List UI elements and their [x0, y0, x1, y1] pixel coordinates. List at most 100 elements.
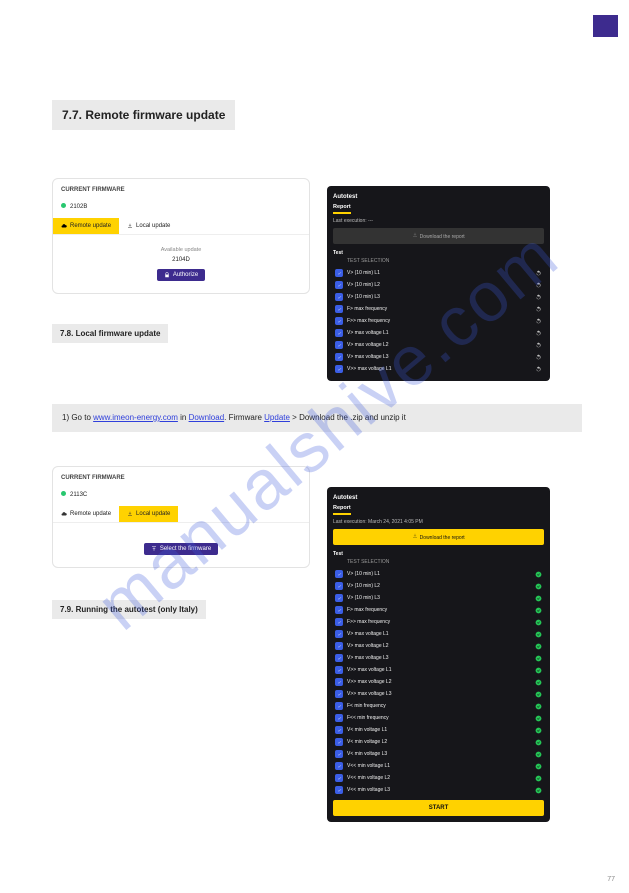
retry-icon[interactable] — [535, 294, 542, 301]
panel-title: CURRENT FIRMWARE — [53, 475, 309, 487]
check-icon — [337, 668, 342, 673]
select-firmware-button[interactable]: Select the firmware — [144, 543, 218, 555]
checkbox[interactable] — [335, 738, 343, 746]
status-ok-icon — [535, 715, 542, 722]
check-icon — [337, 584, 342, 589]
checkbox[interactable] — [335, 594, 343, 602]
checkbox[interactable] — [335, 750, 343, 758]
checkbox[interactable] — [335, 786, 343, 794]
retry-icon[interactable] — [535, 330, 542, 337]
check-icon — [337, 740, 342, 745]
tab-remote-update[interactable]: Remote update — [53, 218, 119, 234]
test-row: V>> max voltage L2 — [333, 676, 544, 688]
checkbox[interactable] — [335, 630, 343, 638]
panel-title: CURRENT FIRMWARE — [53, 187, 309, 199]
test-row: F> max frequency — [333, 604, 544, 616]
checkbox[interactable] — [335, 329, 343, 337]
check-icon — [337, 692, 342, 697]
check-icon — [337, 680, 342, 685]
checkbox[interactable] — [335, 690, 343, 698]
cloud-icon — [61, 223, 67, 229]
download-icon — [412, 232, 418, 238]
last-execution: Last execution: March 24, 2021 4:05 PM — [333, 515, 544, 529]
test-heading: Test — [333, 545, 544, 559]
download-report-button[interactable]: Download the report — [333, 228, 544, 244]
check-icon — [337, 656, 342, 661]
last-execution: Last execution: --- — [333, 214, 544, 228]
authorize-button[interactable]: Authorize — [157, 269, 205, 281]
test-label: F> max frequency — [347, 306, 535, 312]
retry-icon[interactable] — [535, 342, 542, 349]
test-row: V<< min voltage L3 — [333, 784, 544, 796]
checkbox[interactable] — [335, 726, 343, 734]
link-site[interactable]: www.imeon-energy.com — [93, 413, 178, 422]
checkbox[interactable] — [335, 606, 343, 614]
retry-icon[interactable] — [535, 306, 542, 313]
report-tab[interactable]: Report — [333, 202, 351, 214]
status-dot-icon — [61, 203, 66, 208]
heading-remote-update: 7.7. Remote firmware update — [52, 100, 235, 130]
test-label: V> max voltage L2 — [347, 342, 535, 348]
checkbox[interactable] — [335, 353, 343, 361]
status-ok-icon — [535, 739, 542, 746]
tab-local-update[interactable]: Local update — [119, 506, 178, 522]
check-icon — [337, 776, 342, 781]
test-label: V>> max voltage L1 — [347, 667, 535, 673]
retry-icon[interactable] — [535, 270, 542, 277]
test-row: V> (10 min) L3 — [333, 291, 544, 303]
test-row: V> max voltage L2 — [333, 640, 544, 652]
checkbox[interactable] — [335, 365, 343, 373]
test-label: V> (10 min) L1 — [347, 270, 535, 276]
page-number: 77 — [607, 876, 615, 883]
test-label: V>> max voltage L1 — [347, 366, 535, 372]
download-icon — [127, 511, 133, 517]
checkbox[interactable] — [335, 642, 343, 650]
retry-icon[interactable] — [535, 318, 542, 325]
retry-icon[interactable] — [535, 354, 542, 361]
checkbox[interactable] — [335, 666, 343, 674]
link-download[interactable]: Download — [189, 413, 225, 422]
checkbox[interactable] — [335, 762, 343, 770]
checkbox[interactable] — [335, 618, 343, 626]
retry-icon[interactable] — [535, 282, 542, 289]
checkbox[interactable] — [335, 317, 343, 325]
tab-local-update[interactable]: Local update — [119, 218, 178, 234]
tab-remote-update[interactable]: Remote update — [53, 506, 119, 522]
checkbox[interactable] — [335, 702, 343, 710]
test-row: V> max voltage L3 — [333, 652, 544, 664]
checkbox[interactable] — [335, 714, 343, 722]
checkbox[interactable] — [335, 570, 343, 578]
check-icon — [337, 283, 342, 288]
check-icon — [337, 728, 342, 733]
checkbox[interactable] — [335, 341, 343, 349]
checkbox[interactable] — [335, 281, 343, 289]
lock-icon — [164, 272, 170, 278]
checkbox[interactable] — [335, 293, 343, 301]
check-icon — [337, 319, 342, 324]
test-row: V>> max voltage L3 — [333, 688, 544, 700]
test-row: V> max voltage L3 — [333, 351, 544, 363]
checkbox[interactable] — [335, 269, 343, 277]
report-tab[interactable]: Report — [333, 503, 351, 515]
check-icon — [337, 704, 342, 709]
status-ok-icon — [535, 703, 542, 710]
checkbox[interactable] — [335, 582, 343, 590]
checkbox[interactable] — [335, 678, 343, 686]
autotest-panel-2: Autotest Report Last execution: March 24… — [327, 487, 550, 822]
test-label: F< min frequency — [347, 703, 535, 709]
test-row: V> (10 min) L3 — [333, 592, 544, 604]
checkbox[interactable] — [335, 654, 343, 662]
autotest-title: Autotest — [333, 192, 544, 202]
download-report-button[interactable]: Download the report — [333, 529, 544, 545]
checkbox[interactable] — [335, 774, 343, 782]
start-button[interactable]: START — [333, 800, 544, 816]
link-update[interactable]: Update — [264, 413, 290, 422]
header-tag — [593, 15, 618, 37]
test-label: F>> max frequency — [347, 619, 535, 625]
test-row: V< min voltage L3 — [333, 748, 544, 760]
retry-icon[interactable] — [535, 366, 542, 373]
checkbox[interactable] — [335, 305, 343, 313]
test-label: V> max voltage L3 — [347, 655, 535, 661]
status-ok-icon — [535, 643, 542, 650]
firmware-panel-remote: CURRENT FIRMWARE 2102B Remote update Loc… — [52, 178, 310, 294]
